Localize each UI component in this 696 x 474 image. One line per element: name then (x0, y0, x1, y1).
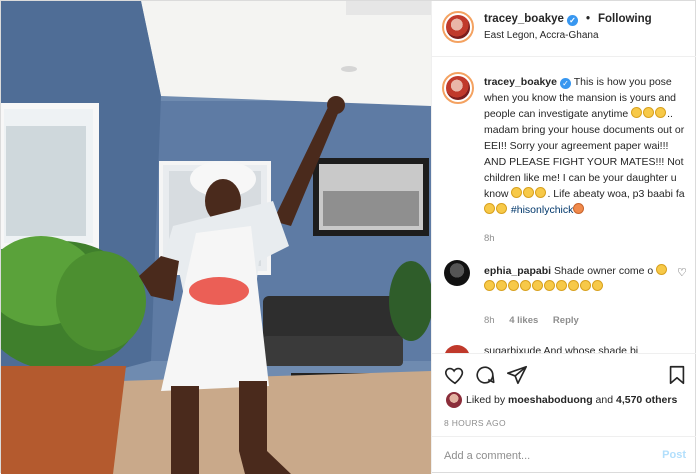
laughing-emoji-icon (556, 280, 567, 291)
grinning-emoji-icon (511, 187, 523, 198)
photo-illustration (1, 1, 431, 474)
caption-username[interactable]: tracey_boakye (484, 76, 557, 88)
comments-list[interactable]: tracey_boakye ✓ This is how you pose when… (432, 58, 696, 353)
verified-icon: ✓ (559, 78, 571, 89)
liked-by-and: and (595, 394, 614, 406)
laughing-emoji-icon (656, 264, 668, 275)
grinning-emoji-icon (496, 203, 507, 214)
instagram-post: tracey_boakye ✓ • Following East Legon, A… (0, 0, 696, 474)
comment-meta: 8h 4 likes Reply (484, 315, 591, 326)
following-button[interactable]: Following (598, 13, 652, 25)
heart-icon[interactable] (444, 364, 466, 386)
heart-eyes-emoji-icon (573, 203, 585, 214)
author-username[interactable]: tracey_boakye (484, 13, 564, 25)
share-icon[interactable] (506, 364, 528, 386)
laughing-emoji-icon (643, 107, 655, 118)
caption-hashtag[interactable]: #hisonlychick (511, 204, 573, 216)
liked-by-count[interactable]: 4,570 others (616, 394, 677, 406)
add-comment-bar: Post (432, 436, 696, 474)
post-header: tracey_boakye ✓ • Following East Legon, A… (432, 1, 696, 57)
author-avatar[interactable] (442, 11, 474, 43)
comment-likes[interactable]: 4 likes (509, 315, 538, 326)
caption-avatar[interactable] (442, 72, 474, 104)
comment-time: 8h (484, 315, 495, 326)
caption-time: 8h (484, 233, 495, 244)
laughing-emoji-icon (580, 280, 591, 291)
add-comment-input[interactable] (444, 445, 644, 467)
caption-body-3: . Life abeaty woa, p3 baabi fa (547, 188, 685, 200)
laughing-emoji-icon (532, 280, 543, 291)
laughing-emoji-icon (484, 280, 495, 291)
laughing-emoji-icon (568, 280, 579, 291)
laughing-emoji-icon (544, 280, 555, 291)
laughing-emoji-icon (508, 280, 519, 291)
author-username-row[interactable]: tracey_boakye ✓ (484, 13, 578, 26)
post-photo[interactable] (1, 1, 431, 474)
laughing-emoji-icon (592, 280, 603, 291)
post-side-panel: tracey_boakye ✓ • Following East Legon, A… (431, 1, 696, 474)
grinning-emoji-icon (484, 203, 495, 214)
comment-icon[interactable] (474, 364, 496, 386)
comment-like-heart-icon[interactable]: ♡ (677, 266, 687, 279)
caption-body-2: .. madam bring your house documents out … (484, 108, 685, 200)
liked-by-user[interactable]: moeshaboduong (508, 394, 593, 406)
post-time-ago: 8 HOURS AGO (444, 418, 506, 428)
grinning-emoji-icon (523, 187, 535, 198)
post-location[interactable]: East Legon, Accra-Ghana (484, 30, 599, 41)
laughing-emoji-icon (655, 107, 667, 118)
grinning-emoji-icon (535, 187, 547, 198)
comment-body: Shade owner come o (554, 265, 654, 277)
commenter-avatar[interactable] (444, 345, 470, 353)
comment-preview: sugarbixude And whose shade bi (484, 345, 639, 353)
commenter-avatar[interactable] (444, 260, 470, 286)
post-actions: Liked by moeshaboduong and 4,570 others … (432, 353, 696, 473)
comment-reply-button[interactable]: Reply (553, 315, 579, 326)
laughing-emoji-icon (496, 280, 507, 291)
bookmark-icon[interactable] (666, 364, 688, 386)
laughing-emoji-icon (520, 280, 531, 291)
post-comment-button[interactable]: Post (662, 449, 686, 461)
laughing-emoji-icon (631, 107, 643, 118)
caption-text: tracey_boakye ✓ This is how you pose when… (484, 74, 692, 218)
liker-avatar[interactable] (446, 392, 462, 408)
comment-text: ephia_papabi Shade owner come o (484, 263, 674, 295)
header-separator: • (586, 13, 591, 25)
likes-summary: Liked by moeshaboduong and 4,570 others (466, 394, 677, 406)
liked-by-prefix: Liked by (466, 394, 506, 406)
commenter-username[interactable]: ephia_papabi (484, 265, 551, 277)
verified-icon: ✓ (566, 15, 578, 26)
